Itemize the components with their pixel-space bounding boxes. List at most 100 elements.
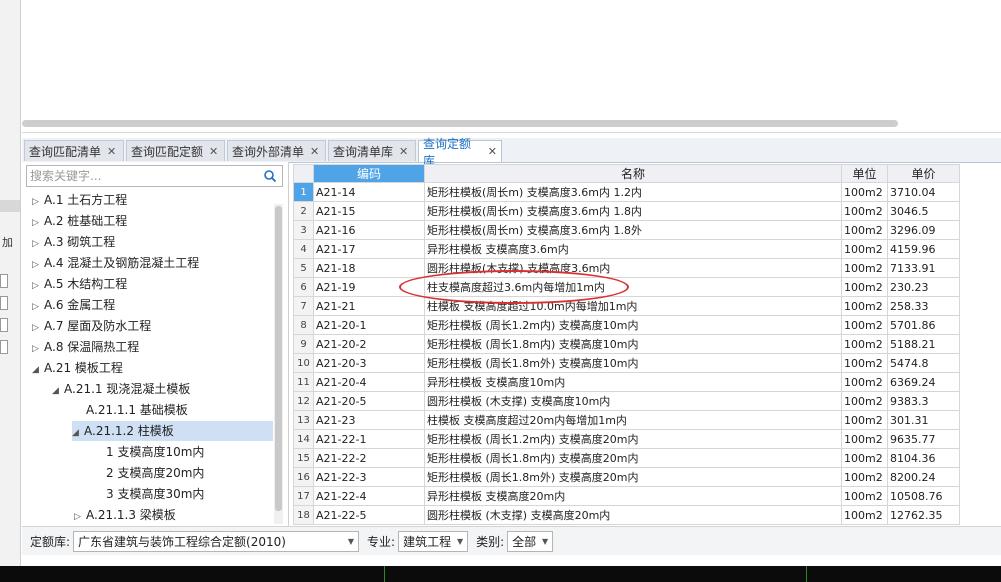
cell-code[interactable]: A21-20-4 bbox=[313, 372, 425, 392]
cell-name[interactable]: 矩形柱模板 (周长1.2m内) 支模高度10m内 bbox=[424, 315, 842, 335]
cell-code[interactable]: A21-20-1 bbox=[313, 315, 425, 335]
cell-code[interactable]: A21-22-2 bbox=[313, 448, 425, 468]
cell-name[interactable]: 矩形柱模板 (周长1.8m内) 支模高度10m内 bbox=[424, 334, 842, 354]
cell-code[interactable]: A21-15 bbox=[313, 201, 425, 221]
tab-query-list-library[interactable]: 查询清单库 ✕ bbox=[328, 140, 416, 161]
cell-name[interactable]: 异形柱模板 支模高度3.6m内 bbox=[424, 239, 842, 259]
cell-code[interactable]: A21-22-1 bbox=[313, 429, 425, 449]
cell-code[interactable]: A21-20-5 bbox=[313, 391, 425, 411]
tree-node[interactable]: ▷ A.7 屋面及防水工程 bbox=[32, 316, 151, 336]
expand-icon[interactable]: ▷ bbox=[74, 507, 86, 527]
cell-unit[interactable]: 100m2 bbox=[841, 296, 888, 316]
table-row[interactable]: 17 A21-22-4 异形柱模板 支模高度20m内 100m2 10508.76 bbox=[293, 486, 960, 506]
cell-name[interactable]: 矩形柱模板 (周长1.8m外) 支模高度20m内 bbox=[424, 467, 842, 487]
cell-name[interactable]: 矩形柱模板 (周长1.8m内) 支模高度20m内 bbox=[424, 448, 842, 468]
cell-unit[interactable]: 100m2 bbox=[841, 220, 888, 240]
cell-price[interactable]: 9635.77 bbox=[887, 429, 960, 449]
cell-name[interactable]: 矩形柱模板(周长m) 支模高度3.6m内 1.8外 bbox=[424, 220, 842, 240]
collapse-icon[interactable]: ◢ bbox=[52, 381, 64, 401]
cell-price[interactable]: 9383.3 bbox=[887, 391, 960, 411]
tree-node[interactable]: ▷ A.21.1.3 梁模板 bbox=[74, 505, 176, 525]
expand-icon[interactable]: ▷ bbox=[32, 213, 44, 233]
left-strip-field[interactable] bbox=[0, 296, 8, 310]
cell-unit[interactable]: 100m2 bbox=[841, 353, 888, 373]
tree-node[interactable]: ◢ A.21.1 现浇混凝土模板 bbox=[52, 379, 190, 399]
cell-price[interactable]: 3296.09 bbox=[887, 220, 960, 240]
table-row[interactable]: 3 A21-16 矩形柱模板(周长m) 支模高度3.6m内 1.8外 100m2 329… bbox=[293, 220, 960, 240]
cell-unit[interactable]: 100m2 bbox=[841, 277, 888, 297]
cell-name[interactable]: 柱支模高度超过3.6m内每增加1m内 bbox=[424, 277, 842, 297]
cell-code[interactable]: A21-16 bbox=[313, 220, 425, 240]
cell-price[interactable]: 12762.35 bbox=[887, 505, 960, 525]
cell-name[interactable]: 矩形柱模板(周长m) 支模高度3.6m内 1.8内 bbox=[424, 201, 842, 221]
cell-code[interactable]: A21-21 bbox=[313, 296, 425, 316]
table-row[interactable]: 12 A21-20-5 圆形柱模板 (木支撑) 支模高度10m内 100m2 9383.… bbox=[293, 391, 960, 411]
close-icon[interactable]: ✕ bbox=[488, 145, 497, 158]
cell-name[interactable]: 异形柱模板 支模高度10m内 bbox=[424, 372, 842, 392]
search-icon[interactable] bbox=[263, 169, 277, 183]
category-select[interactable]: 全部 ▼ bbox=[507, 530, 554, 552]
cell-price[interactable]: 5474.8 bbox=[887, 353, 960, 373]
cell-price[interactable]: 5188.21 bbox=[887, 334, 960, 354]
cell-code[interactable]: A21-22-3 bbox=[313, 467, 425, 487]
cell-code[interactable]: A21-22-5 bbox=[313, 505, 425, 525]
left-strip-field[interactable] bbox=[0, 318, 8, 332]
tree-node[interactable]: 1 支模高度10m内 bbox=[94, 442, 204, 462]
table-row[interactable]: 8 A21-20-1 矩形柱模板 (周长1.2m内) 支模高度10m内 100m2 57… bbox=[293, 315, 960, 335]
table-row[interactable]: 1 A21-14 矩形柱模板(周长m) 支模高度3.6m内 1.2内 100m2 371… bbox=[293, 182, 960, 202]
tree-node[interactable]: 2 支模高度20m内 bbox=[94, 463, 204, 483]
tree-node-selected[interactable]: ◢ A.21.1.2 柱模板 bbox=[72, 421, 273, 441]
tree-scrollbar[interactable] bbox=[274, 204, 283, 524]
tree-node[interactable]: ▷ A.2 桩基础工程 bbox=[32, 211, 127, 231]
tree-node[interactable]: A.21.1.1 基础模板 bbox=[74, 400, 188, 420]
cell-price[interactable]: 3046.5 bbox=[887, 201, 960, 221]
expand-icon[interactable]: ▷ bbox=[32, 339, 44, 359]
close-icon[interactable]: ✕ bbox=[310, 145, 319, 158]
cell-price[interactable]: 4159.96 bbox=[887, 239, 960, 259]
expand-icon[interactable]: ▷ bbox=[32, 234, 44, 254]
cell-code[interactable]: A21-19 bbox=[313, 277, 425, 297]
cell-unit[interactable]: 100m2 bbox=[841, 258, 888, 278]
horizontal-scrollbar[interactable] bbox=[22, 118, 1001, 128]
cell-unit[interactable]: 100m2 bbox=[841, 410, 888, 430]
close-icon[interactable]: ✕ bbox=[399, 145, 408, 158]
expand-icon[interactable]: ▷ bbox=[32, 318, 44, 338]
cell-name[interactable]: 圆形柱模板(木支撑) 支模高度3.6m内 bbox=[424, 258, 842, 278]
cell-price[interactable]: 301.31 bbox=[887, 410, 960, 430]
search-input[interactable] bbox=[27, 166, 263, 186]
column-header-code[interactable]: 编码 bbox=[313, 164, 425, 183]
scrollbar-thumb[interactable] bbox=[22, 120, 898, 127]
column-header-price[interactable]: 单价 bbox=[887, 164, 960, 183]
tab-query-external-list[interactable]: 查询外部清单 ✕ bbox=[227, 140, 326, 161]
tree-node[interactable]: ▷ A.6 金属工程 bbox=[32, 295, 115, 315]
tree-node[interactable]: ▷ A.3 砌筑工程 bbox=[32, 232, 115, 252]
cell-unit[interactable]: 100m2 bbox=[841, 315, 888, 335]
tree-node[interactable]: ▷ A.5 木结构工程 bbox=[32, 274, 127, 294]
left-strip-field[interactable] bbox=[0, 340, 8, 354]
cell-unit[interactable]: 100m2 bbox=[841, 334, 888, 354]
table-row[interactable]: 9 A21-20-2 矩形柱模板 (周长1.8m内) 支模高度10m内 100m2 51… bbox=[293, 334, 960, 354]
table-row[interactable]: 13 A21-23 柱模板 支模高度超过20m内每增加1m内 100m2 301.31 bbox=[293, 410, 960, 430]
tree-node[interactable]: ◢ A.21 模板工程 bbox=[32, 358, 123, 378]
cell-price[interactable]: 8104.36 bbox=[887, 448, 960, 468]
tab-query-match-list[interactable]: 查询匹配清单 ✕ bbox=[24, 140, 124, 161]
table-row[interactable]: 5 A21-18 圆形柱模板(木支撑) 支模高度3.6m内 100m2 7133.91 bbox=[293, 258, 960, 278]
cell-name[interactable]: 矩形柱模板(周长m) 支模高度3.6m内 1.2内 bbox=[424, 182, 842, 202]
expand-icon[interactable]: ▷ bbox=[32, 255, 44, 275]
cell-unit[interactable]: 100m2 bbox=[841, 505, 888, 525]
column-header-unit[interactable]: 单位 bbox=[841, 164, 888, 183]
table-row[interactable]: 2 A21-15 矩形柱模板(周长m) 支模高度3.6m内 1.8内 100m2 304… bbox=[293, 201, 960, 221]
tree-node[interactable]: ▷ A.8 保温隔热工程 bbox=[32, 337, 139, 357]
cell-code[interactable]: A21-17 bbox=[313, 239, 425, 259]
table-row[interactable]: 4 A21-17 异形柱模板 支模高度3.6m内 100m2 4159.96 bbox=[293, 239, 960, 259]
expand-icon[interactable]: ▷ bbox=[32, 192, 44, 212]
tree-node[interactable]: 3 支模高度30m内 bbox=[94, 484, 204, 504]
cell-price[interactable]: 230.23 bbox=[887, 277, 960, 297]
cell-name[interactable]: 圆形柱模板 (木支撑) 支模高度20m内 bbox=[424, 505, 842, 525]
cell-code[interactable]: A21-22-4 bbox=[313, 486, 425, 506]
scrollbar-thumb[interactable] bbox=[275, 206, 282, 511]
tab-query-match-quota[interactable]: 查询匹配定额 ✕ bbox=[126, 140, 225, 161]
cell-price[interactable]: 6369.24 bbox=[887, 372, 960, 392]
tree-node[interactable]: ▷ A.4 混凝土及钢筋混凝土工程 bbox=[32, 253, 199, 273]
collapse-icon[interactable]: ◢ bbox=[32, 360, 44, 380]
